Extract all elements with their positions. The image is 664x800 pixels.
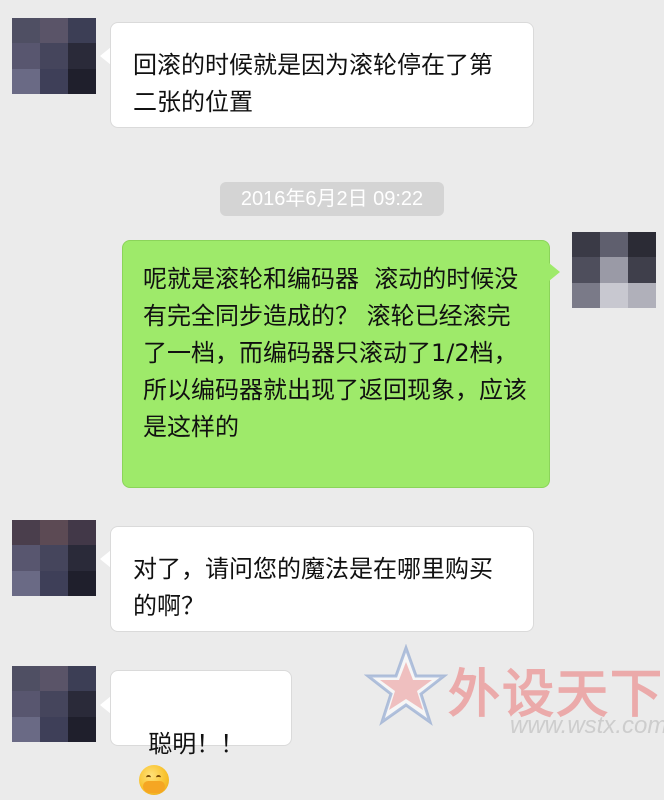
message-bubble-outgoing[interactable]: 呢就是滚轮和编码器 滚动的时候没有完全同步造成的？ 滚轮已经滚完了一档，而编码器… <box>122 240 550 488</box>
contact-avatar[interactable] <box>12 18 96 94</box>
timestamp-label: 2016年6月2日 09:22 <box>220 182 444 216</box>
message-bubble-incoming[interactable]: 聪明！！ <box>110 670 292 795</box>
message-bubble-incoming[interactable]: 对了，请问您的魔法是在哪里购买的啊？ <box>110 526 534 632</box>
contact-avatar[interactable] <box>12 666 96 742</box>
watermark: 外设天下 www.wstx.com <box>364 644 664 768</box>
message-text: 聪明！！ <box>148 730 245 758</box>
watermark-url: www.wstx.com <box>510 712 664 739</box>
bubble-tail <box>549 263 560 281</box>
self-avatar[interactable] <box>572 232 656 308</box>
star-logo-icon <box>364 644 448 726</box>
hand-over-mouth-emoji <box>139 765 169 795</box>
message-bubble-incoming[interactable]: 回滚的时候就是因为滚轮停在了第二张的位置 <box>110 22 534 128</box>
contact-avatar[interactable] <box>12 520 96 596</box>
